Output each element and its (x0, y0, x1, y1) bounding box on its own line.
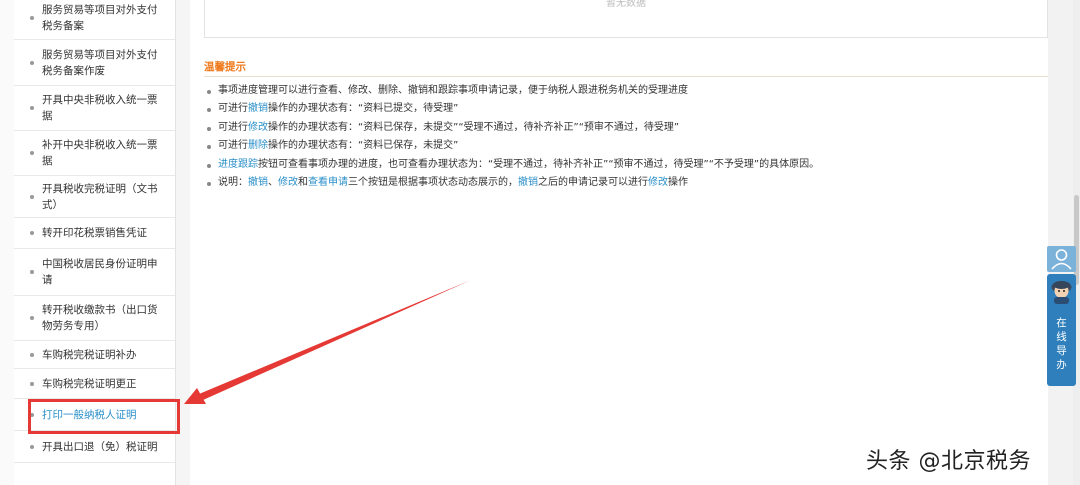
online-guide-button[interactable]: 在 线 导 办 (1047, 274, 1076, 386)
sidebar-item-label: 转开税收缴款书（出口货物劳务专用） (42, 304, 158, 332)
left-gutter (0, 0, 15, 485)
service-avatar-icon (1051, 281, 1072, 304)
sidebar-item-export-payment-book[interactable]: 转开税收缴款书（出口货物劳务专用） (14, 296, 175, 341)
tip-item: 可进行删除操作的办理状态有：“资料已保存，未提交” (204, 137, 819, 155)
modify-link[interactable]: 修改 (278, 177, 298, 188)
tip-text: 三个按钮是根据事项状态动态展示的， (348, 177, 518, 189)
revoke-link[interactable]: 撤销 (518, 177, 538, 188)
bullet-icon (30, 270, 34, 274)
bullet-icon (30, 381, 34, 386)
watermark: 头条 @北京税务 (866, 449, 1031, 474)
tip-text: 操作的办理状态有：“资料已保存，未提交” (268, 140, 459, 152)
sidebar-item-label: 开具中央非税收入统一票据 (42, 94, 158, 122)
tip-text: 、 (268, 177, 278, 189)
bullet-icon (30, 151, 34, 155)
tip-item: 可进行修改操作的办理状态有：“资料已保存，未提交”“受理不通过，待补齐补正”“预… (204, 119, 819, 137)
sidebar-item-label: 服务贸易等项目对外支付税务备案 (42, 3, 158, 32)
tip-text: 之后的申请记录可以进行 (538, 177, 648, 189)
tip-text: 操作的办理状态有：“资料已保存，未提交”“受理不通过，待补齐补正”“预审不通过，… (268, 121, 680, 133)
sidebar-item-label: 转开印花税票销售凭证 (42, 227, 147, 239)
bullet-icon (30, 60, 34, 65)
guide-char: 办 (1056, 359, 1067, 371)
highlight-box (28, 399, 180, 434)
tip-text: 操作的办理状态有：“资料已提交，待受理” (268, 103, 459, 115)
sidebar-item-label: 服务贸易等项目对外支付税务备案作废 (42, 48, 158, 77)
sidebar-item-reissue-nontax-receipt[interactable]: 补开中央非税收入统一票据 (14, 131, 175, 176)
tip-text: 操作 (668, 177, 688, 189)
tip-text: 可进行 (218, 103, 248, 115)
tip-item: 说明：撤销、修改和查看申请三个按钮是根据事项状态动态展示的，撤销之后的申请记录可… (204, 174, 819, 192)
tip-text: 和 (298, 177, 308, 189)
online-guide-widget[interactable]: 在 线 导 办 (1047, 246, 1076, 386)
bullet-icon (30, 444, 34, 449)
sidebar-item-stamp-tax-voucher[interactable]: 转开印花税票销售凭证 (14, 218, 175, 249)
progress-track-link[interactable]: 进度跟踪 (218, 159, 258, 170)
sidebar-item-label: 开具税收完税证明（文书式） (42, 182, 158, 211)
bullet-icon (30, 15, 34, 20)
bullet-icon (30, 316, 34, 320)
sidebar-item-vehicle-tax-correction[interactable]: 车购税完税证明更正 (14, 369, 175, 399)
guide-char: 导 (1056, 345, 1067, 357)
tips-list: 事项进度管理可以进行查看、修改、删除、撤销和跟踪事项申请记录，便于纳税人跟进税务… (204, 82, 819, 192)
tip-item: 可进行撤销操作的办理状态有：“资料已提交，待受理” (204, 100, 819, 118)
sidebar-item-label: 补开中央非税收入统一票据 (42, 139, 158, 167)
guide-char: 在 (1056, 317, 1067, 329)
tip-text: 事项进度管理可以进行查看、修改、删除、撤销和跟踪事项申请记录，便于纳税人跟进税务… (218, 85, 688, 96)
records-table: 暂无数据 (204, 0, 1048, 38)
tips-divider (204, 76, 1048, 77)
bullet-icon (30, 194, 34, 199)
sidebar-item-tax-payment-certificate[interactable]: 开具税收完税证明（文书式） (14, 176, 175, 218)
delete-link[interactable]: 删除 (248, 140, 268, 151)
view-application-link[interactable]: 查看申请 (308, 177, 348, 188)
sidebar-item-export-refund-certificate[interactable]: 开具出口退（免）税证明 (14, 431, 175, 463)
sidebar-item-vehicle-tax-reissue[interactable]: 车购税完税证明补办 (14, 341, 175, 369)
tips-title: 温馨提示 (204, 61, 246, 73)
sidebar-item-label: 车购税完税证明更正 (42, 377, 137, 390)
tip-text: 说明： (218, 177, 248, 189)
bullet-icon (30, 106, 34, 110)
sidebar-item-service-trade-filing-void[interactable]: 服务贸易等项目对外支付税务备案作废 (14, 40, 175, 86)
tip-text: 按钮可查看事项办理的进度，也可查看办理状态为：“受理不通过，待补齐补正”“预审不… (258, 158, 820, 170)
guide-char: 线 (1056, 331, 1067, 343)
empty-state-text: 暂无数据 (606, 0, 646, 9)
tip-text: 可进行 (218, 121, 248, 133)
modify-link[interactable]: 修改 (648, 177, 668, 188)
modify-link[interactable]: 修改 (248, 122, 268, 133)
bullet-icon (30, 231, 34, 235)
sidebar-item-tax-residency-certificate[interactable]: 中国税收居民身份证明申请 (14, 249, 175, 296)
sidebar-item-label: 中国税收居民身份证明申请 (42, 258, 158, 286)
tip-item: 进度跟踪按钮可查看事项办理的进度，也可查看办理状态为：“受理不通过，待补齐补正”… (204, 156, 819, 174)
sidebar-item-central-nontax-receipt[interactable]: 开具中央非税收入统一票据 (14, 86, 175, 131)
user-icon[interactable] (1047, 246, 1076, 272)
sidebar-item-label: 车购税完税证明补办 (42, 348, 137, 361)
revoke-link[interactable]: 撤销 (248, 103, 268, 114)
sidebar-item-label: 开具出口退（免）税证明 (42, 440, 158, 453)
tip-text: 可进行 (218, 140, 248, 152)
revoke-link[interactable]: 撤销 (248, 177, 268, 188)
tip-item: 事项进度管理可以进行查看、修改、删除、撤销和跟踪事项申请记录，便于纳税人跟进税务… (204, 82, 819, 100)
bullet-icon (30, 352, 34, 357)
online-guide-label: 在 线 导 办 (1047, 316, 1076, 372)
main-content: 暂无数据 温馨提示 事项进度管理可以进行查看、修改、删除、撤销和跟踪事项申请记录… (190, 0, 1048, 485)
sidebar-item-service-trade-filing[interactable]: 服务贸易等项目对外支付税务备案 (14, 0, 175, 40)
